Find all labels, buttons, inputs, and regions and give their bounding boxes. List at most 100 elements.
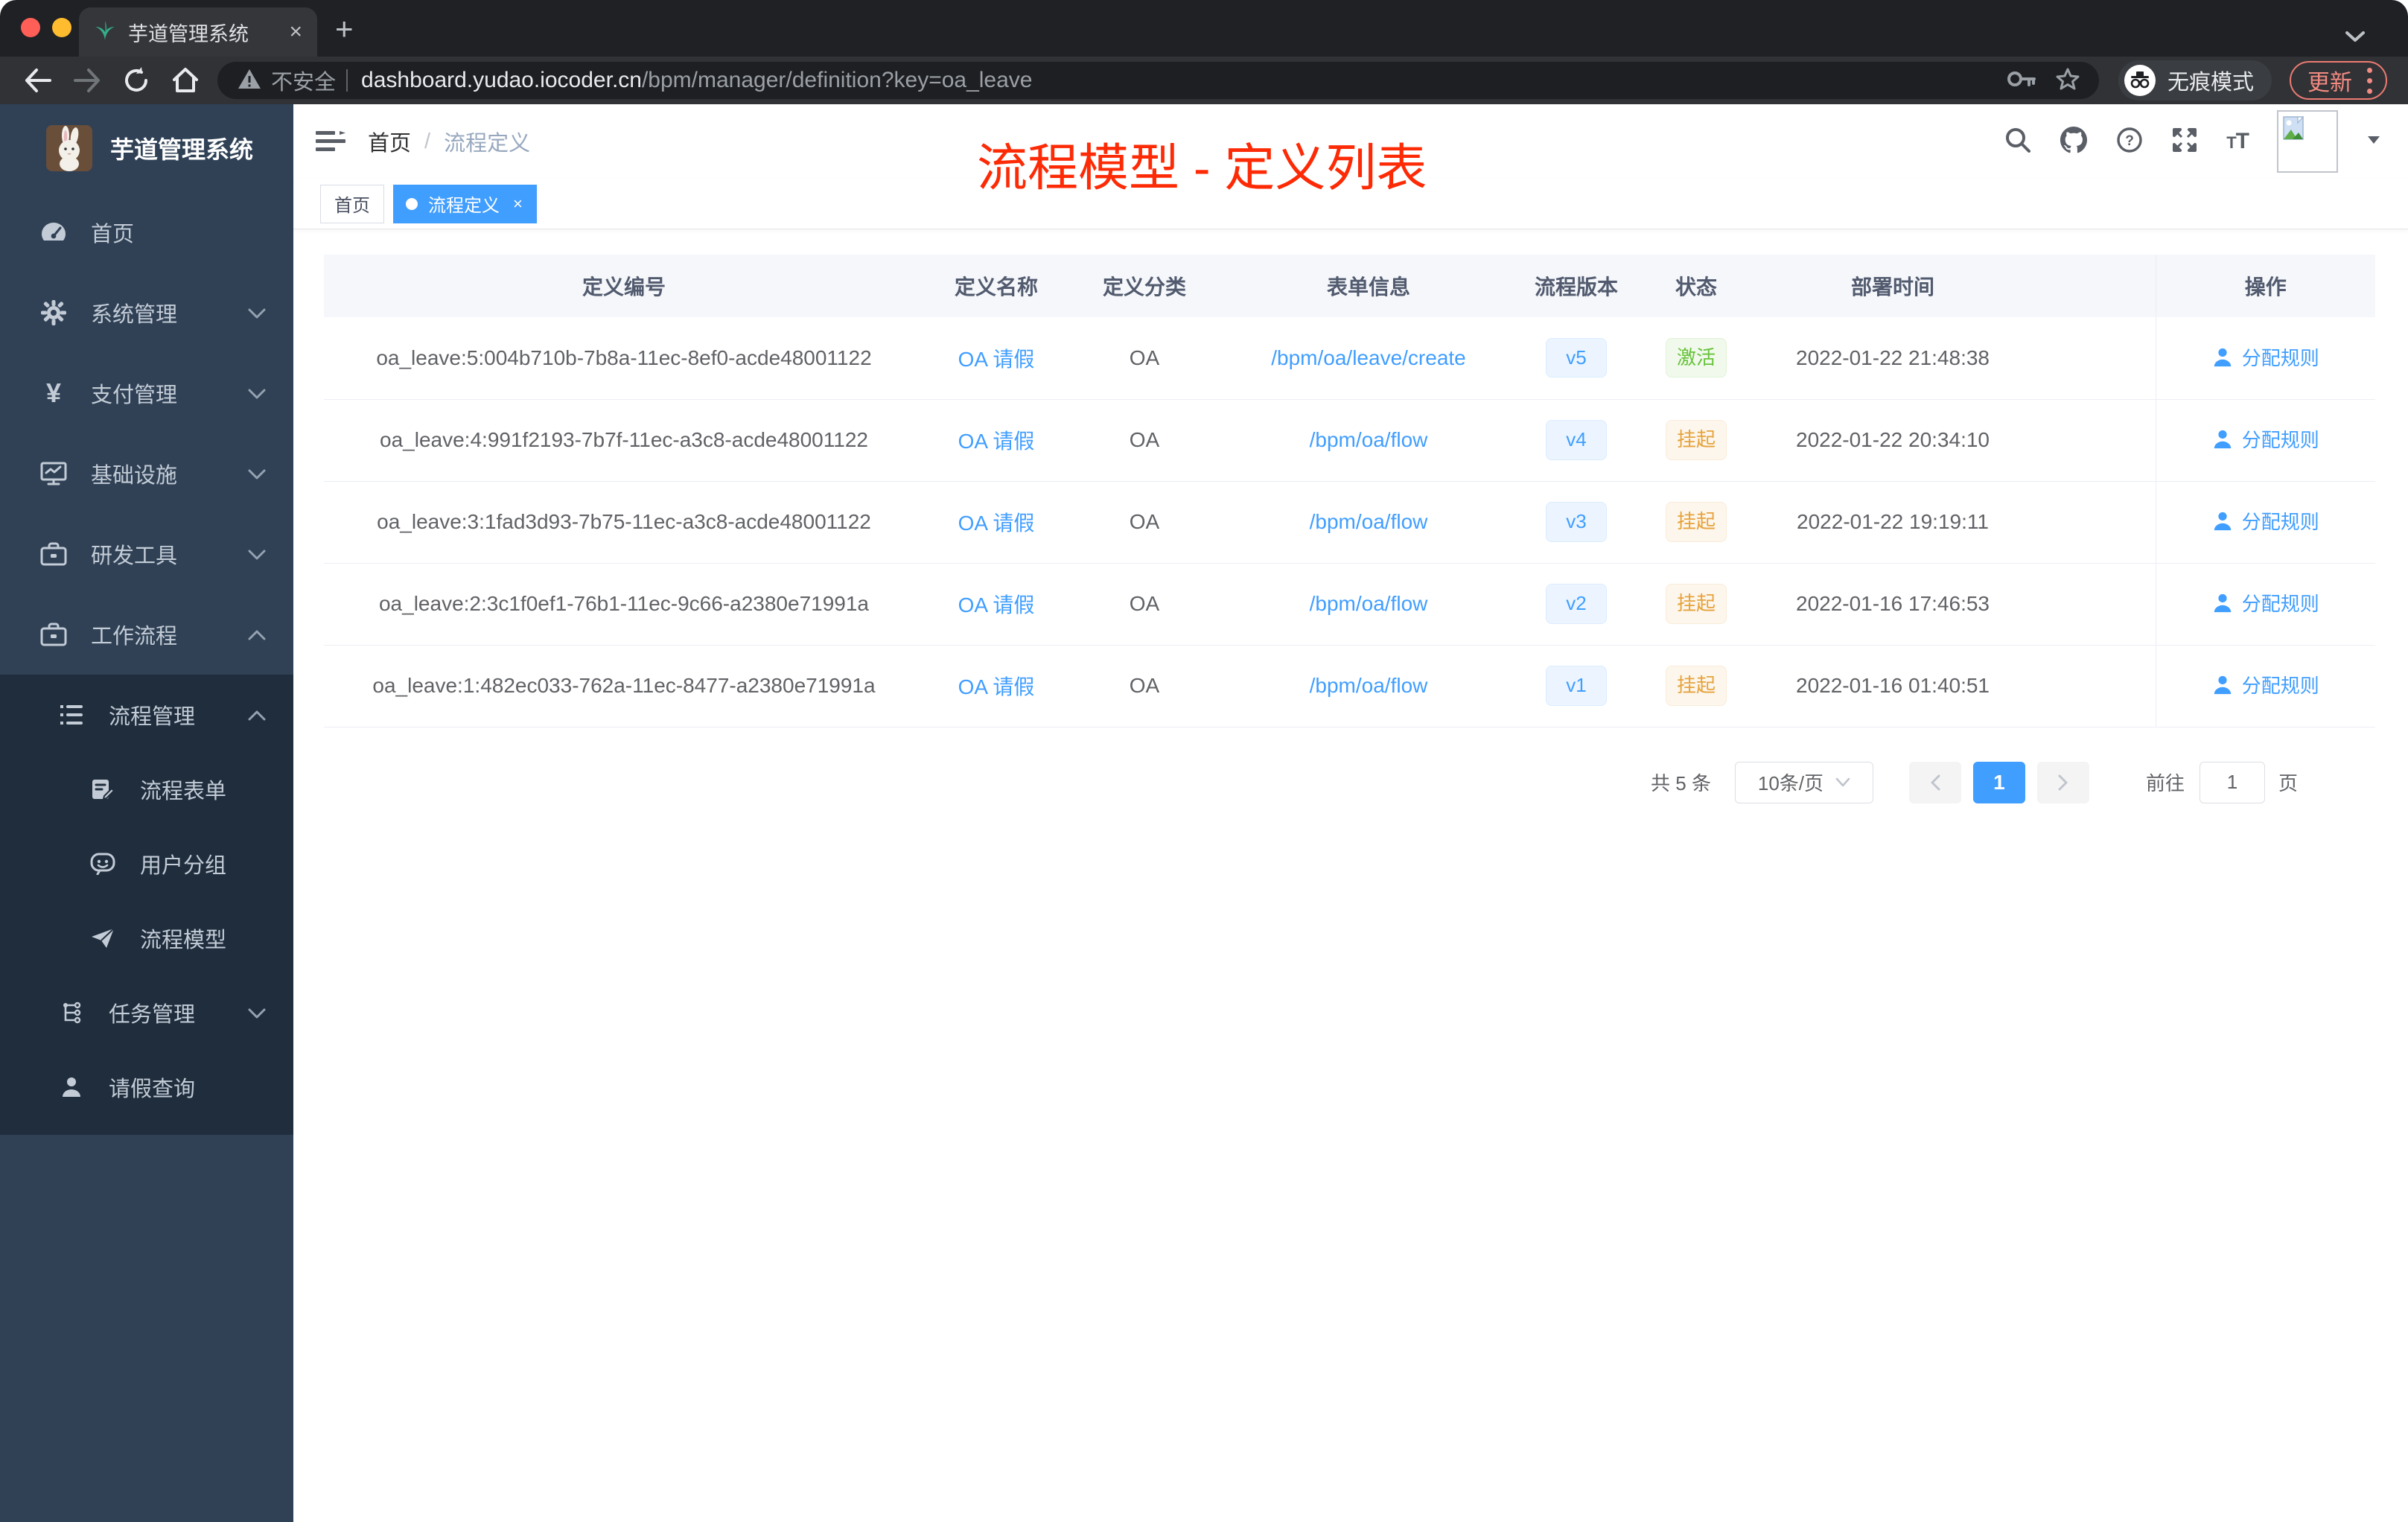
breadcrumb-separator: / <box>424 129 431 153</box>
definition-table: 定义编号 定义名称 定义分类 表单信息 流程版本 状态 部署时间 操作 oa_l… <box>324 255 2375 727</box>
goto-page-input[interactable] <box>2199 761 2265 803</box>
password-key-icon[interactable] <box>2007 69 2036 92</box>
bookmark-star-icon[interactable] <box>2056 67 2080 95</box>
sidebar-item-infrastructure[interactable]: 基础设施 <box>0 433 293 514</box>
home-icon[interactable] <box>161 67 210 94</box>
font-size-icon[interactable]: TT <box>2226 129 2249 154</box>
sidebar-item-system[interactable]: 系统管理 <box>0 273 293 353</box>
tab-close-icon[interactable]: × <box>289 21 302 43</box>
assign-rule-button[interactable]: 分配规则 <box>2212 425 2319 453</box>
person-icon <box>57 1076 86 1098</box>
tab-search-chevron-icon[interactable] <box>2344 30 2366 47</box>
avatar-caret-icon[interactable] <box>2366 135 2381 149</box>
definition-name-link[interactable]: OA 请假 <box>958 675 1035 698</box>
hamburger-icon[interactable] <box>316 130 345 153</box>
logo-avatar <box>46 125 92 171</box>
chevron-down-icon <box>247 1001 267 1025</box>
sidebar-item-workflow[interactable]: 工作流程 <box>0 594 293 675</box>
forward-icon[interactable] <box>63 68 112 93</box>
sidebar-item-label: 研发工具 <box>91 544 178 568</box>
sidebar-item-dev-tools[interactable]: 研发工具 <box>0 514 293 594</box>
deploy-time: 2022-01-16 01:40:51 <box>1756 645 2029 727</box>
assign-rule-button[interactable]: 分配规则 <box>2212 589 2319 617</box>
chevron-down-icon <box>247 301 267 325</box>
form-link[interactable]: /bpm/oa/flow <box>1310 510 1428 533</box>
sidebar-item-label: 系统管理 <box>91 303 178 327</box>
definition-name-link[interactable]: OA 请假 <box>958 593 1035 617</box>
prev-page-button[interactable] <box>1908 761 1961 803</box>
current-page-button[interactable]: 1 <box>1972 761 2025 803</box>
definition-category: OA <box>1068 563 1220 646</box>
sidebar-item-user-group[interactable]: 用户分组 <box>0 827 293 901</box>
form-link[interactable]: /bpm/oa/flow <box>1310 428 1428 451</box>
chevron-down-icon <box>247 381 267 406</box>
chevron-up-icon <box>247 623 267 647</box>
version-badge: v3 <box>1546 502 1607 542</box>
page-annotation: 流程模型 - 定义列表 <box>977 140 1427 197</box>
sidebar-item-task-management[interactable]: 任务管理 <box>0 975 293 1050</box>
breadcrumb-home[interactable]: 首页 <box>368 126 411 157</box>
sidebar-item-payment[interactable]: ¥ 支付管理 <box>0 353 293 433</box>
col-definition-category: 定义分类 <box>1068 255 1220 317</box>
new-tab-button[interactable]: + <box>335 13 354 45</box>
sidebar-item-label: 首页 <box>91 223 135 246</box>
form-link[interactable]: /bpm/oa/flow <box>1310 674 1428 697</box>
form-link[interactable]: /bpm/oa/flow <box>1310 592 1428 615</box>
github-icon[interactable] <box>2060 126 2088 157</box>
next-page-button[interactable] <box>2036 761 2089 803</box>
search-icon[interactable] <box>2004 127 2031 157</box>
chrome-update-button[interactable]: 更新 <box>2290 61 2387 100</box>
tag-process-definition[interactable]: 流程定义 × <box>393 184 537 223</box>
form-link[interactable]: /bpm/oa/leave/create <box>1271 346 1466 369</box>
sidebar: 芋道管理系统 首页 系统管理 ¥ 支付管理 基础设施 研发工具 工作流程 流程管… <box>0 104 293 1522</box>
minimize-window-button[interactable] <box>52 18 71 37</box>
sidebar-logo[interactable]: 芋道管理系统 <box>0 104 293 192</box>
deploy-time: 2022-01-22 20:34:10 <box>1756 399 2029 482</box>
tag-home[interactable]: 首页 <box>320 184 384 223</box>
assign-rule-button[interactable]: 分配规则 <box>2212 671 2319 698</box>
sidebar-item-leave-query[interactable]: 请假查询 <box>0 1050 293 1124</box>
address-bar[interactable]: 不安全 dashboard.yudao.iocoder.cn/bpm/manag… <box>217 62 2099 99</box>
definition-category: OA <box>1068 317 1220 400</box>
definition-name-link[interactable]: OA 请假 <box>958 512 1035 535</box>
table-row: oa_leave:4:991f2193-7b7f-11ec-a3c8-acde4… <box>324 399 2375 482</box>
reload-icon[interactable] <box>112 66 161 95</box>
definition-id: oa_leave:4:991f2193-7b7f-11ec-a3c8-acde4… <box>324 399 924 482</box>
sidebar-item-label: 任务管理 <box>109 1003 196 1027</box>
user-avatar[interactable] <box>2277 110 2338 173</box>
list-icon <box>57 704 86 726</box>
main-content: 流程模型 - 定义列表 首页 / 流程定义 ? TT 首页 流程定义 × 定义编… <box>293 104 2408 1522</box>
sidebar-item-process-form[interactable]: 流程表单 <box>0 752 293 827</box>
browser-toolbar: 不安全 dashboard.yudao.iocoder.cn/bpm/manag… <box>0 57 2408 104</box>
col-definition-name: 定义名称 <box>924 255 1068 317</box>
definition-name-link[interactable]: OA 请假 <box>958 430 1035 453</box>
back-icon[interactable] <box>13 68 63 93</box>
url-path: /bpm/manager/definition?key=oa_leave <box>641 68 1033 92</box>
definition-name-link[interactable]: OA 请假 <box>958 348 1035 371</box>
browser-tab[interactable]: 芋道管理系统 × <box>79 7 317 57</box>
sidebar-item-home[interactable]: 首页 <box>0 192 293 273</box>
user-icon <box>2214 512 2231 530</box>
active-dot <box>406 197 418 210</box>
browser-menu-icon[interactable] <box>2367 67 2372 94</box>
chevron-left-icon <box>1931 774 1940 790</box>
col-definition-id: 定义编号 <box>324 255 924 317</box>
update-label: 更新 <box>2307 71 2352 95</box>
close-window-button[interactable] <box>21 18 40 37</box>
sidebar-item-process-management[interactable]: 流程管理 <box>0 678 293 752</box>
assign-rule-button[interactable]: 分配规则 <box>2212 507 2319 535</box>
page-size-select[interactable]: 10条/页 <box>1734 761 1873 803</box>
not-secure-warning-icon[interactable] <box>237 68 262 94</box>
version-badge: v2 <box>1546 584 1607 624</box>
assign-rule-button[interactable]: 分配规则 <box>2212 343 2319 371</box>
url-text: dashboard.yudao.iocoder.cn/bpm/manager/d… <box>361 68 1992 93</box>
tag-close-icon[interactable]: × <box>513 194 523 214</box>
table-row: oa_leave:3:1fad3d93-7b75-11ec-a3c8-acde4… <box>324 481 2375 564</box>
fullscreen-icon[interactable] <box>2171 127 2198 157</box>
breadcrumb-current: 流程定义 <box>444 132 531 156</box>
help-icon[interactable]: ? <box>2116 127 2143 157</box>
document-edit-icon <box>88 778 118 800</box>
sidebar-item-label: 基础设施 <box>91 464 178 488</box>
page-size-value: 10条/页 <box>1757 772 1824 795</box>
sidebar-item-process-model[interactable]: 流程模型 <box>0 901 293 975</box>
